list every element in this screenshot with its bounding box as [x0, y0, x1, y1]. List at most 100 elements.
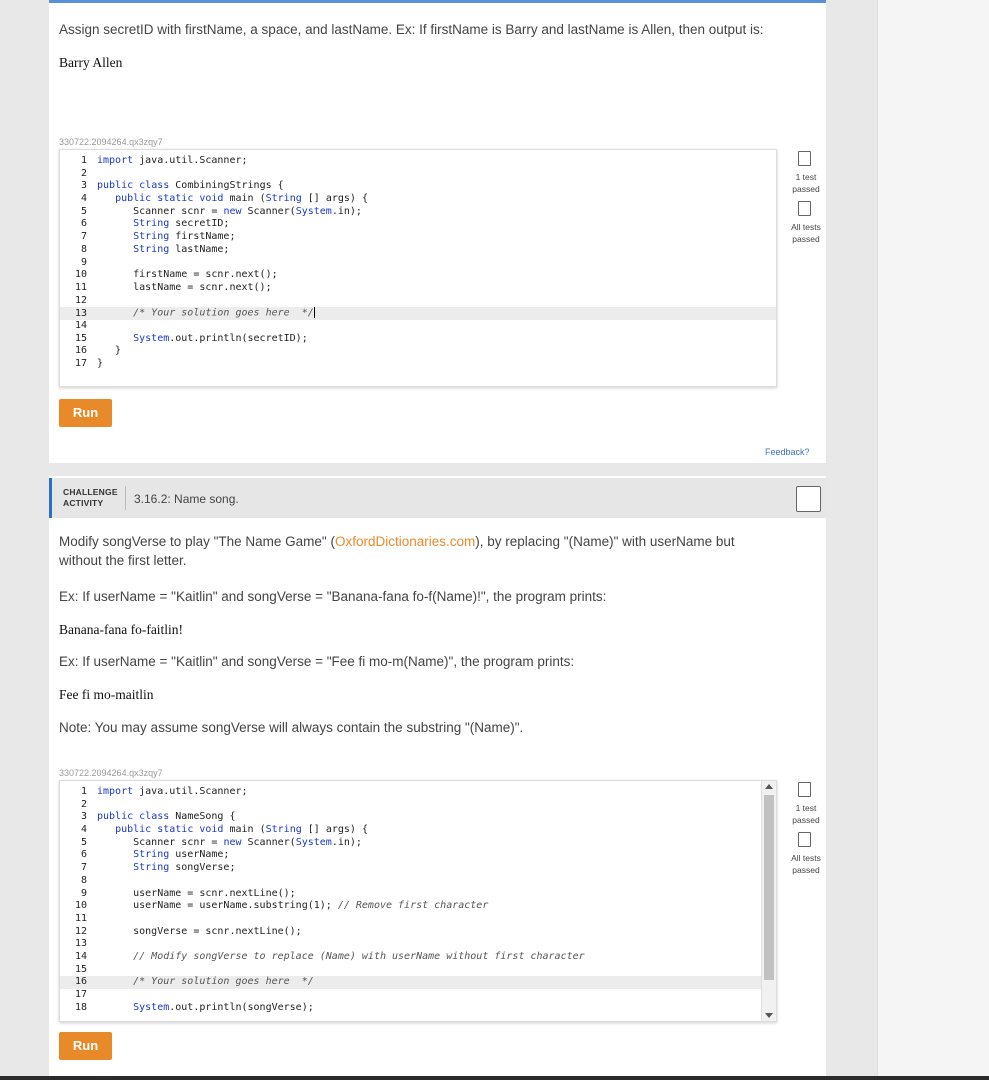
code-line[interactable]: 8 String lastName; — [60, 244, 776, 257]
code-text[interactable]: userName = userName.substring(1); // Rem… — [91, 900, 488, 913]
code-editor[interactable]: 1 import java.util.Scanner; 2 3 public class… — [59, 149, 777, 387]
code-line[interactable]: 5 Scanner scnr = new Scanner(System.in); — [60, 206, 776, 219]
code-text[interactable]: /* Your solution goes here */ — [91, 307, 315, 320]
code-line[interactable]: 7 String songVerse; — [60, 862, 776, 875]
code-line[interactable]: 18 System.out.println(songVerse); — [60, 1002, 776, 1015]
code-text[interactable]: System.out.println(songVerse); — [91, 1002, 314, 1015]
code-line[interactable]: 3 public class NameSong { — [60, 811, 776, 824]
code-line[interactable]: 17} — [60, 358, 776, 371]
code-line[interactable]: 5 Scanner scnr = new Scanner(System.in); — [60, 837, 776, 850]
code-line[interactable]: 4 public static void main (String [] arg… — [60, 824, 776, 837]
code-text[interactable]: String firstName; — [91, 231, 235, 244]
code-line[interactable]: 12 songVerse = scnr.nextLine(); — [60, 926, 776, 939]
code-text[interactable]: Scanner scnr = new Scanner(System.in); — [91, 837, 362, 850]
code-line[interactable]: 4 public static void main (String [] arg… — [60, 193, 776, 206]
code-line[interactable]: 12 — [60, 295, 776, 308]
code-line[interactable]: 1 import java.util.Scanner; — [60, 786, 776, 799]
code-text[interactable]: public class NameSong { — [91, 811, 236, 824]
code-text[interactable]: userName = scnr.nextLine(); — [91, 888, 296, 901]
code-text[interactable]: /* Your solution goes here */ — [91, 976, 314, 989]
code-line[interactable]: 10 userName = userName.substring(1); // … — [60, 900, 776, 913]
code-text[interactable]: String songVerse; — [91, 862, 235, 875]
code-line[interactable]: 3 public class CombiningStrings { — [60, 180, 776, 193]
right-sidebar — [877, 0, 989, 1080]
line-number: 13 — [74, 938, 87, 950]
test-status-label: 1 test passed — [792, 803, 820, 825]
prompt-text: Modify songVerse to play "The Name Game"… — [59, 534, 735, 568]
text-cursor — [313, 307, 315, 319]
code-line[interactable]: 7 String firstName; — [60, 231, 776, 244]
run-button[interactable]: Run — [59, 399, 112, 427]
example-text: Ex: If userName = "Kaitlin" and songVers… — [59, 589, 607, 604]
code-line[interactable]: 15 System.out.println(secretID); — [60, 333, 776, 346]
line-number: 8 — [80, 243, 87, 255]
editor-scrollbar[interactable] — [761, 781, 776, 1021]
line-number: 4 — [80, 193, 87, 205]
run-button[interactable]: Run — [59, 1032, 112, 1060]
challenge-header: CHALLENGE ACTIVITY 3.16.2: Name song. — [49, 478, 826, 518]
code-line[interactable]: 16 /* Your solution goes here */ — [60, 976, 776, 989]
line-number: 7 — [80, 862, 87, 874]
code-line[interactable]: 2 — [60, 168, 776, 181]
code-text[interactable]: // Modify songVerse to replace (Name) wi… — [91, 951, 585, 964]
prompt-text: Assign secretID with firstName, a space,… — [59, 22, 764, 37]
line-number: 14 — [74, 950, 87, 962]
code-text[interactable]: lastName = scnr.next(); — [91, 282, 272, 295]
code-text[interactable]: songVerse = scnr.nextLine(); — [91, 926, 302, 939]
code-lines[interactable]: 1 import java.util.Scanner; 2 3 public class… — [60, 786, 776, 1014]
note-text: Note: You may assume songVerse will alwa… — [59, 720, 524, 735]
code-line[interactable]: 16 } — [60, 345, 776, 358]
code-line[interactable]: 13 — [60, 938, 776, 951]
code-line[interactable]: 6 String userName; — [60, 849, 776, 862]
code-text[interactable]: } — [91, 345, 121, 358]
line-number: 6 — [80, 849, 87, 861]
scroll-thumb[interactable] — [764, 795, 774, 980]
bottom-bar — [0, 1076, 989, 1080]
code-line[interactable]: 9 userName = scnr.nextLine(); — [60, 888, 776, 901]
code-editor[interactable]: 1 import java.util.Scanner; 2 3 public class… — [59, 780, 777, 1022]
line-number: 17 — [74, 989, 87, 1000]
code-line[interactable]: 14 — [60, 320, 776, 333]
scroll-down-icon[interactable] — [765, 1013, 773, 1018]
code-text[interactable]: String userName; — [91, 849, 229, 862]
code-text[interactable]: import java.util.Scanner; — [91, 155, 248, 168]
code-line[interactable]: 6 String secretID; — [60, 218, 776, 231]
line-number: 16 — [74, 976, 87, 988]
oxford-link[interactable]: OxfordDictionaries.com — [335, 534, 475, 549]
feedback-link[interactable]: Feedback? — [765, 447, 810, 457]
code-text[interactable]: String secretID; — [91, 218, 229, 231]
challenge-card-2: CHALLENGE ACTIVITY 3.16.2: Name song. Mo… — [49, 476, 826, 1080]
code-line[interactable]: 11 — [60, 913, 776, 926]
code-text[interactable]: String lastName; — [91, 244, 229, 257]
line-number: 3 — [80, 811, 87, 823]
code-text[interactable]: public static void main (String [] args)… — [91, 824, 368, 837]
code-text[interactable]: } — [91, 358, 103, 371]
code-text[interactable]: firstName = scnr.next(); — [91, 269, 278, 282]
code-line[interactable]: 15 — [60, 964, 776, 977]
code-line[interactable]: 9 — [60, 257, 776, 270]
line-number: 6 — [80, 218, 87, 230]
test-checkbox-icon — [798, 832, 811, 847]
code-line[interactable]: 14 // Modify songVerse to replace (Name)… — [60, 951, 776, 964]
line-number: 3 — [80, 180, 87, 192]
code-text[interactable]: import java.util.Scanner; — [91, 786, 248, 799]
code-line[interactable]: 8 — [60, 875, 776, 888]
code-line[interactable]: 10 firstName = scnr.next(); — [60, 269, 776, 282]
line-number: 14 — [74, 319, 87, 331]
completion-box-icon — [796, 486, 821, 512]
scroll-up-icon[interactable] — [765, 784, 773, 789]
line-number: 8 — [80, 874, 87, 886]
code-line[interactable]: 17 — [60, 989, 776, 1002]
line-number: 15 — [74, 963, 87, 975]
code-text[interactable]: public static void main (String [] args)… — [91, 193, 368, 206]
code-line[interactable]: 2 — [60, 799, 776, 812]
code-line[interactable]: 1 import java.util.Scanner; — [60, 155, 776, 168]
code-line[interactable]: 11 lastName = scnr.next(); — [60, 282, 776, 295]
code-line[interactable]: 13 /* Your solution goes here */ — [60, 307, 776, 320]
code-text[interactable]: System.out.println(secretID); — [91, 333, 308, 346]
challenge-card-1: Assign secretID with firstName, a space,… — [49, 0, 826, 463]
code-text[interactable]: Scanner scnr = new Scanner(System.in); — [91, 206, 362, 219]
activity-title: 3.16.2: Name song. — [134, 492, 239, 506]
code-lines[interactable]: 1 import java.util.Scanner; 2 3 public class… — [60, 155, 776, 371]
code-text[interactable]: public class CombiningStrings { — [91, 180, 284, 193]
